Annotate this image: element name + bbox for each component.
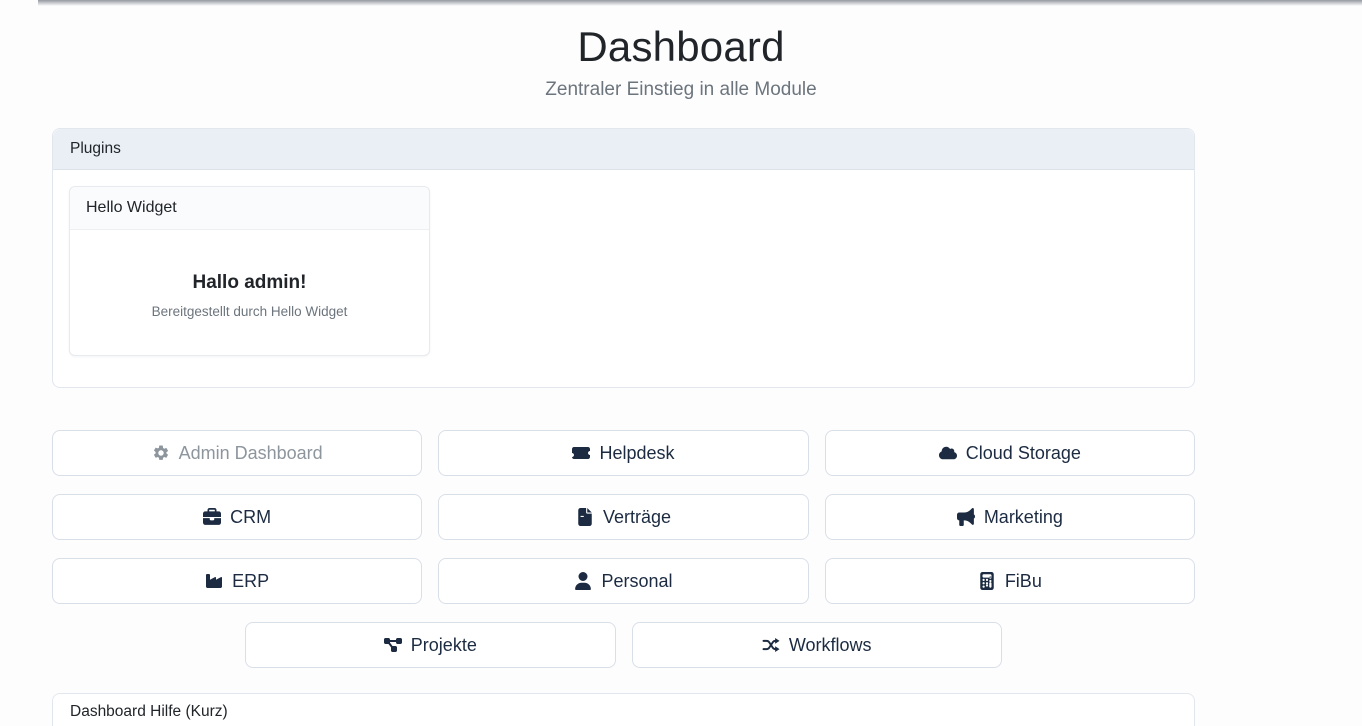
diagram-project-icon (384, 636, 402, 654)
module-button-label: CRM (230, 507, 271, 528)
dashboard-page: Dashboard Zentraler Einstieg in alle Mod… (0, 0, 1362, 726)
module-button-crm[interactable]: CRM (52, 494, 422, 540)
module-button-erp[interactable]: ERP (52, 558, 422, 604)
module-button-label: Personal (601, 571, 672, 592)
plugins-card-header: Plugins (53, 129, 1194, 170)
page-title: Dashboard (0, 0, 1362, 72)
module-button-projekte[interactable]: Projekte (245, 622, 615, 668)
module-button-helpdesk[interactable]: Helpdesk (438, 430, 808, 476)
module-button-workflows[interactable]: Workflows (632, 622, 1002, 668)
module-button-personal[interactable]: Personal (438, 558, 808, 604)
module-button-marketing[interactable]: Marketing (825, 494, 1195, 540)
hello-widget-caption: Bereitgestellt durch Hello Widget (86, 304, 413, 319)
page-subtitle: Zentraler Einstieg in alle Module (0, 79, 1362, 101)
shuffle-icon (762, 636, 780, 654)
plugins-card-body: Hello Widget Hallo admin! Bereitgestellt… (53, 170, 1194, 387)
module-button-label: Projekte (411, 635, 477, 656)
hello-widget-card: Hello Widget Hallo admin! Bereitgestellt… (69, 186, 430, 356)
module-button-label: Admin Dashboard (179, 443, 323, 464)
module-button-label: Workflows (789, 635, 872, 656)
file-contract-icon (576, 508, 594, 526)
plugins-card: Plugins Hello Widget Hallo admin! Bereit… (52, 128, 1195, 388)
industry-icon (205, 572, 223, 590)
module-button-label: ERP (232, 571, 269, 592)
module-button-label: Helpdesk (599, 443, 674, 464)
module-button-fibu[interactable]: FiBu (825, 558, 1195, 604)
page-header: Dashboard Zentraler Einstieg in alle Mod… (0, 0, 1362, 101)
hello-widget-greeting: Hallo admin! (86, 272, 413, 294)
help-card: Dashboard Hilfe (Kurz) (52, 693, 1195, 726)
gear-icon (152, 444, 170, 462)
help-card-title: Dashboard Hilfe (Kurz) (53, 694, 1194, 721)
module-button-label: FiBu (1005, 571, 1042, 592)
cloud-icon (939, 444, 957, 462)
module-button-admin-dashboard[interactable]: Admin Dashboard (52, 430, 422, 476)
ticket-icon (572, 444, 590, 462)
module-button-vertraege[interactable]: Verträge (438, 494, 808, 540)
module-button-label: Cloud Storage (966, 443, 1081, 464)
module-button-label: Marketing (984, 507, 1063, 528)
user-icon (574, 572, 592, 590)
calculator-icon (978, 572, 996, 590)
module-button-label: Verträge (603, 507, 671, 528)
module-button-grid: Admin Dashboard Helpdesk Cloud Storage C… (52, 430, 1195, 668)
hello-widget-title: Hello Widget (70, 187, 429, 230)
module-button-cloud-storage[interactable]: Cloud Storage (825, 430, 1195, 476)
hello-widget-body: Hallo admin! Bereitgestellt durch Hello … (70, 230, 429, 355)
briefcase-icon (203, 508, 221, 526)
bullhorn-icon (957, 508, 975, 526)
